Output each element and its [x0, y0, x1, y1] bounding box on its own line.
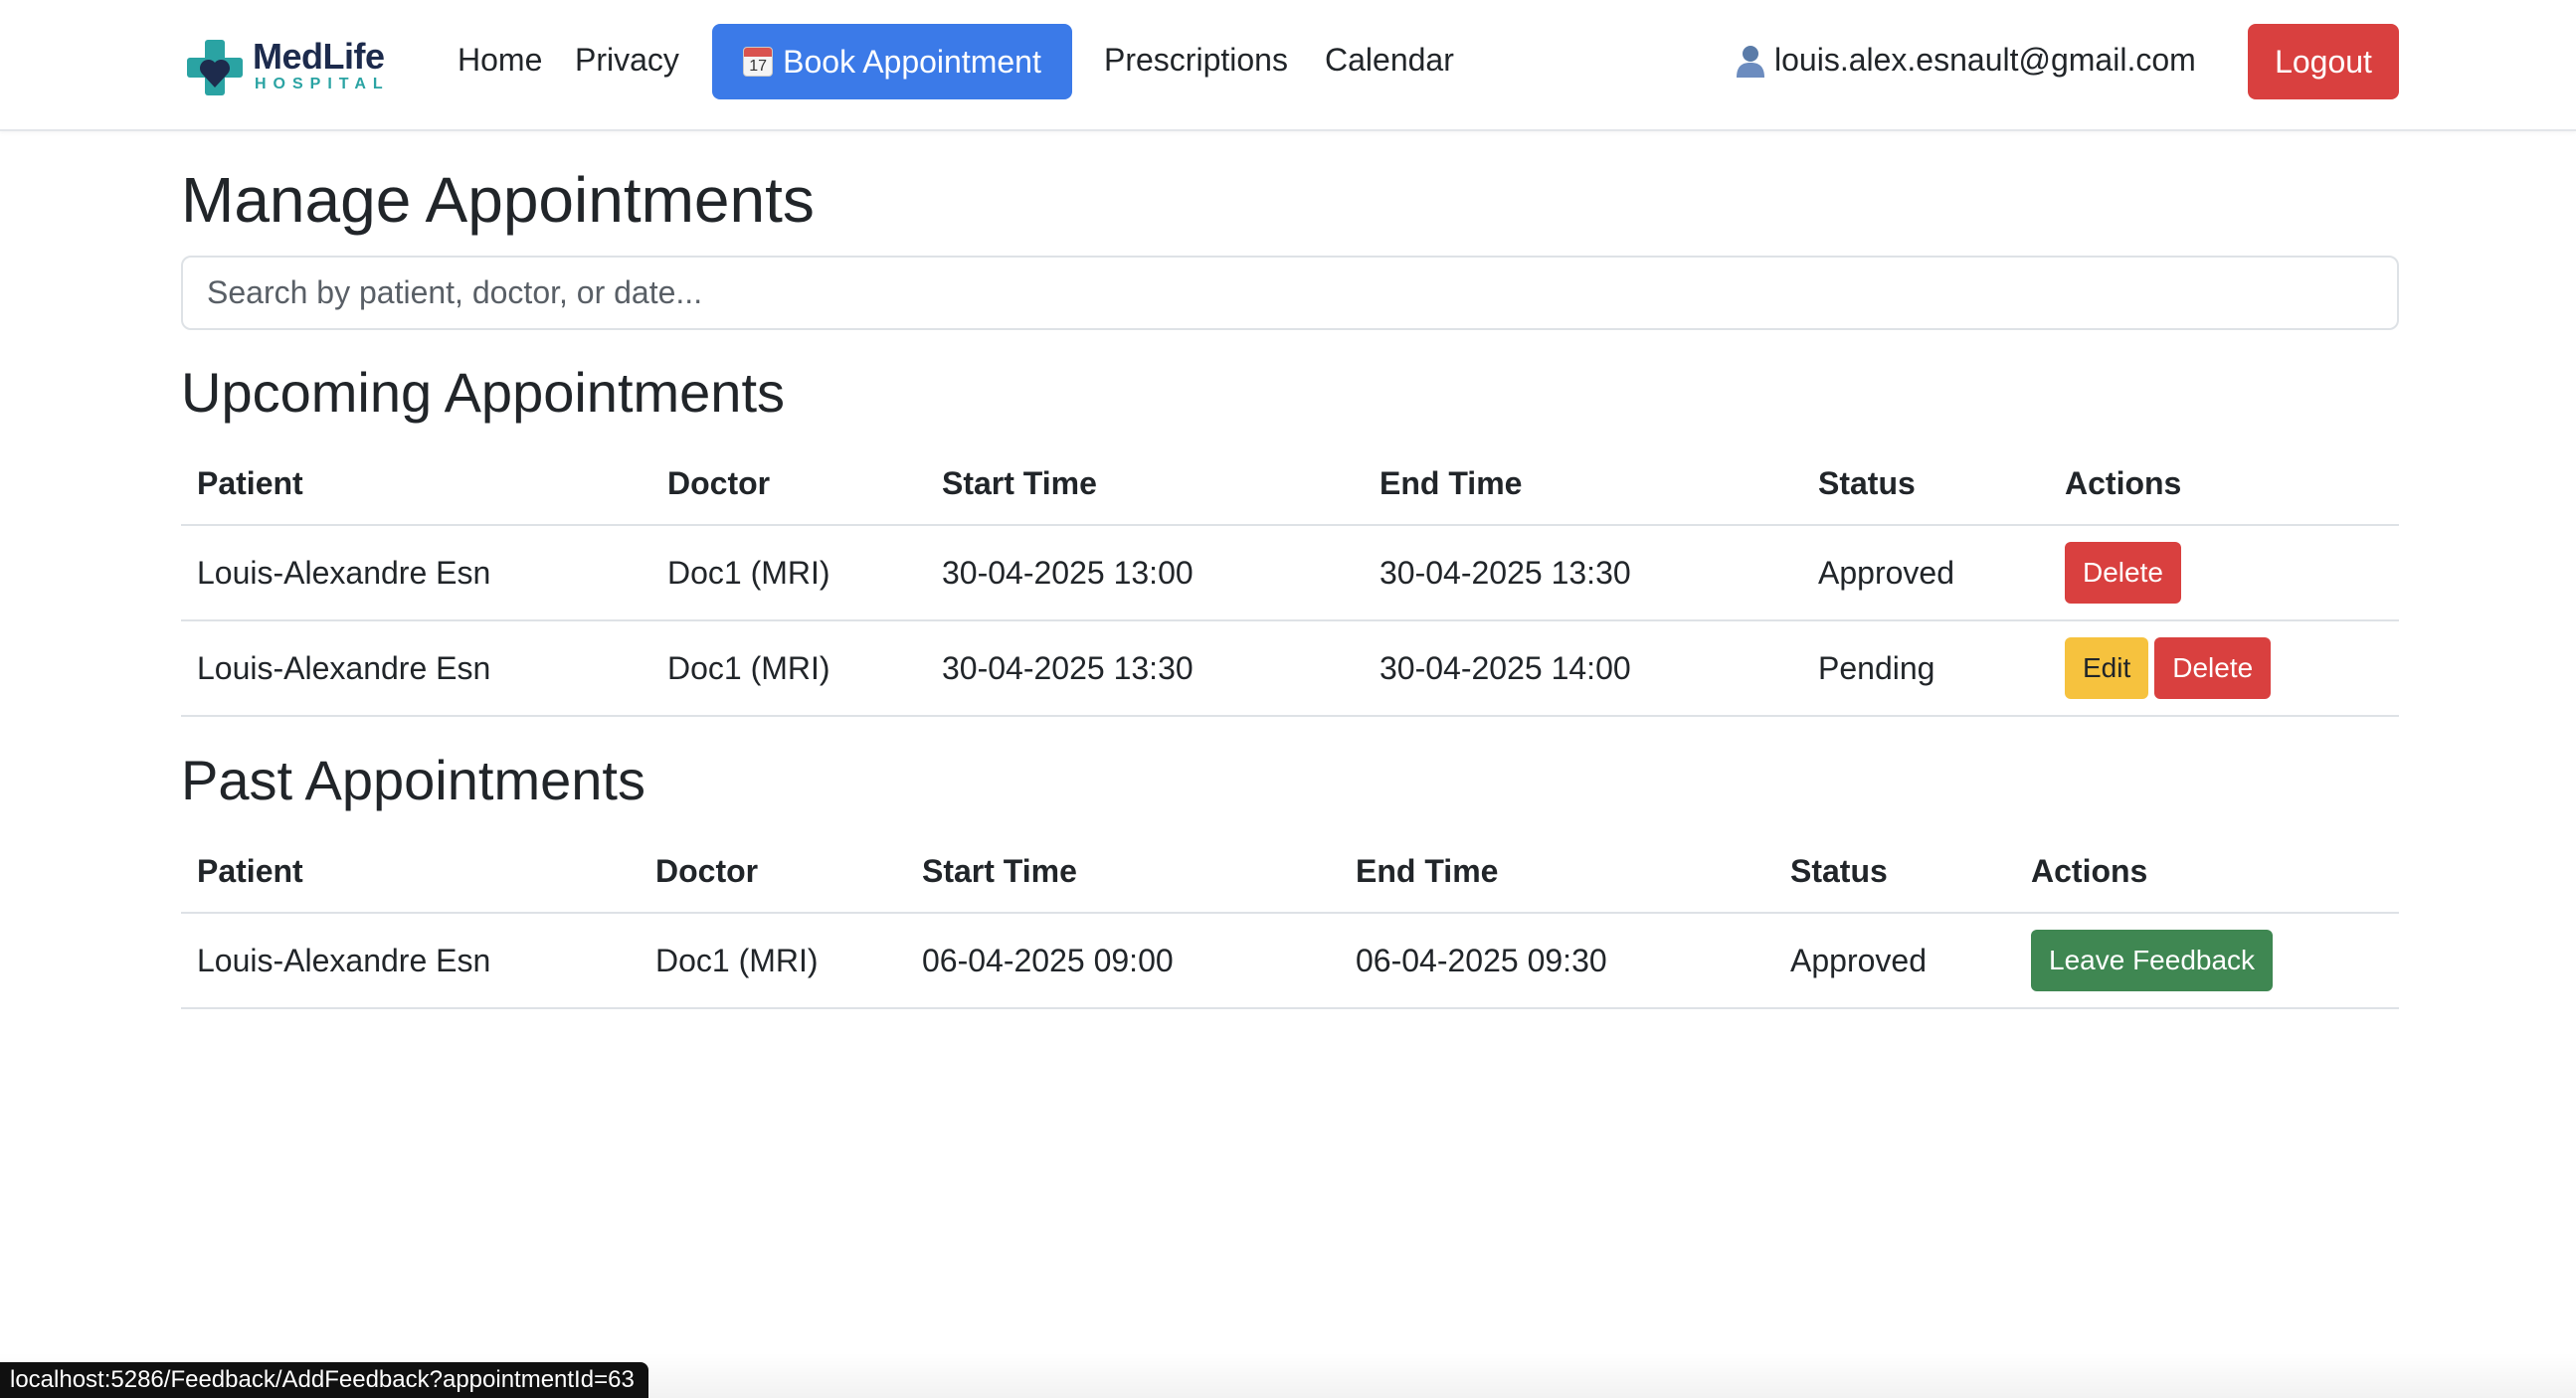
actions-cell: Leave Feedback	[2015, 913, 2399, 1009]
start-time-cell: 06-04-2025 09:00	[906, 913, 1340, 1009]
column-header-actions: Actions	[2015, 831, 2399, 914]
column-header-actions: Actions	[2049, 443, 2399, 526]
nav-home-link[interactable]: Home	[458, 42, 542, 79]
patient-cell: Louis-Alexandre Esn	[181, 620, 651, 717]
nav-prescriptions-link[interactable]: Prescriptions	[1104, 42, 1288, 79]
actions-cell: Delete	[2049, 525, 2399, 621]
column-header-doctor: Doctor	[651, 443, 926, 526]
medical-cross-heart-icon	[187, 40, 243, 95]
table-header-row: Patient Doctor Start Time End Time Statu…	[181, 443, 2399, 526]
book-appointment-button[interactable]: 17 Book Appointment	[712, 24, 1072, 99]
brand-subtitle: HOSPITAL	[255, 76, 390, 92]
book-appointment-label: Book Appointment	[783, 43, 1041, 80]
leave-feedback-button[interactable]: Leave Feedback	[2031, 930, 2274, 991]
brand-logo[interactable]: MedLife HOSPITAL	[185, 34, 394, 95]
nav-privacy-link[interactable]: Privacy	[575, 42, 679, 79]
calendar-icon: 17	[743, 47, 774, 77]
column-header-doctor: Doctor	[640, 831, 906, 914]
brand-name: MedLife	[253, 36, 385, 77]
column-header-patient: Patient	[181, 831, 640, 914]
actions-cell: Edit Delete	[2049, 620, 2399, 717]
end-time-cell: 06-04-2025 09:30	[1340, 913, 1774, 1009]
user-email: louis.alex.esnault@gmail.com	[1774, 42, 2196, 78]
upcoming-appointments-title: Upcoming Appointments	[181, 361, 786, 424]
end-time-cell: 30-04-2025 13:30	[1364, 525, 1802, 621]
column-header-status: Status	[1802, 443, 2049, 526]
user-icon	[1737, 45, 1764, 78]
delete-button[interactable]: Delete	[2065, 542, 2181, 604]
past-appointments-title: Past Appointments	[181, 749, 645, 811]
column-header-patient: Patient	[181, 443, 651, 526]
column-header-start-time: Start Time	[906, 831, 1340, 914]
status-cell: Pending	[1802, 620, 2049, 717]
past-appointments-table: Patient Doctor Start Time End Time Statu…	[181, 831, 2399, 1009]
status-cell: Approved	[1774, 913, 2015, 1009]
patient-cell: Louis-Alexandre Esn	[181, 913, 640, 1009]
start-time-cell: 30-04-2025 13:30	[926, 620, 1364, 717]
user-account[interactable]: louis.alex.esnault@gmail.com	[1735, 42, 2196, 79]
nav-calendar-link[interactable]: Calendar	[1325, 42, 1454, 79]
table-header-row: Patient Doctor Start Time End Time Statu…	[181, 831, 2399, 914]
search-input[interactable]	[181, 256, 2399, 330]
delete-button[interactable]: Delete	[2154, 637, 2272, 699]
logout-button[interactable]: Logout	[2248, 24, 2399, 99]
patient-cell: Louis-Alexandre Esn	[181, 525, 651, 621]
browser-status-url: localhost:5286/Feedback/AddFeedback?appo…	[0, 1362, 648, 1398]
start-time-cell: 30-04-2025 13:00	[926, 525, 1364, 621]
upcoming-appointments-table: Patient Doctor Start Time End Time Statu…	[181, 443, 2399, 717]
page-title: Manage Appointments	[181, 164, 815, 236]
table-row: Louis-Alexandre Esn Doc1 (MRI) 06-04-202…	[181, 913, 2399, 1009]
navbar: MedLife HOSPITAL Home Privacy 17 Book Ap…	[0, 0, 2576, 131]
column-header-start-time: Start Time	[926, 443, 1364, 526]
table-row: Louis-Alexandre Esn Doc1 (MRI) 30-04-202…	[181, 620, 2399, 717]
edit-button[interactable]: Edit	[2065, 637, 2149, 699]
end-time-cell: 30-04-2025 14:00	[1364, 620, 1802, 717]
column-header-status: Status	[1774, 831, 2015, 914]
doctor-cell: Doc1 (MRI)	[651, 525, 926, 621]
column-header-end-time: End Time	[1340, 831, 1774, 914]
status-cell: Approved	[1802, 525, 2049, 621]
column-header-end-time: End Time	[1364, 443, 1802, 526]
doctor-cell: Doc1 (MRI)	[651, 620, 926, 717]
table-row: Louis-Alexandre Esn Doc1 (MRI) 30-04-202…	[181, 525, 2399, 621]
doctor-cell: Doc1 (MRI)	[640, 913, 906, 1009]
